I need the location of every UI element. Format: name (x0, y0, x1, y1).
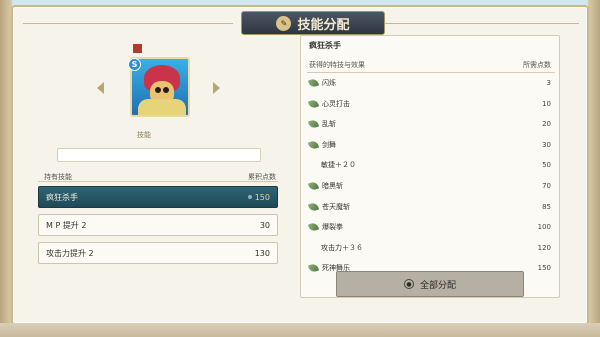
header-divider-right (369, 23, 579, 24)
skill-detail-row-name: 敏捷＋２０ (309, 160, 356, 170)
skill-detail-row-name: 乱斩 (307, 118, 336, 130)
skill-detail-row-label: 敏捷＋２０ (321, 161, 356, 170)
skill-row-points: 150 (254, 192, 270, 202)
leaf-icon (307, 77, 320, 89)
skill-detail-row-label: 心灵打击 (322, 99, 350, 108)
skill-row-points-wrap: 150 (247, 192, 270, 202)
skill-detail-row-name: 暗黑斩 (307, 180, 343, 192)
skill-detail-row-cost: 85 (542, 202, 551, 211)
prev-character-arrow-icon[interactable] (97, 82, 104, 94)
skill-detail-row: 乱斩 20 (307, 118, 551, 130)
skill-detail-row-cost: 50 (542, 161, 551, 170)
background-right (588, 0, 600, 337)
skill-detail-row-label: 乱斩 (322, 120, 336, 129)
skill-detail-row-label: 爆裂拳 (322, 223, 343, 232)
skill-detail-row: 苍天魔斩 85 (307, 201, 551, 212)
skill-detail-row-name: 心灵打击 (307, 98, 350, 109)
skill-detail-row-name: 爆裂拳 (307, 221, 343, 233)
skill-detail-row: 敏捷＋２０ 50 (309, 160, 551, 170)
skill-detail-row-name: 闪烁 (307, 77, 336, 89)
skill-detail-row-cost: 30 (542, 140, 551, 149)
skill-detail-panel: 疯狂杀手 获得的特技与效果 所需点数 闪烁 3 心灵打击 10 乱斩 20 剑舞 30 敏捷＋２… (300, 35, 560, 298)
skill-detail-row-cost: 120 (537, 243, 551, 252)
skill-detail-row-cost: 3 (546, 79, 551, 87)
eye-left-art (155, 87, 161, 93)
skill-row-label: M P 提升 2 (46, 220, 87, 230)
skill-detail-row: 剑舞 30 (307, 139, 551, 151)
bottom-decor-strip (0, 323, 600, 337)
leaf-icon (307, 180, 320, 192)
allocate-all-button[interactable]: ● 全部分配 (336, 271, 524, 297)
skill-detail-row-label: 苍天魔斩 (322, 202, 350, 211)
character-name (133, 44, 146, 53)
skill-detail-divider (307, 72, 555, 73)
skill-detail-row-cost: 20 (542, 120, 551, 129)
owned-points-bar (57, 148, 261, 162)
skill-detail-row-name: 苍天魔斩 (307, 201, 350, 212)
skill-detail-row: 闪烁 3 (307, 77, 551, 89)
skill-detail-row: 心灵打击 10 (307, 98, 551, 109)
class-flag-icon (133, 44, 142, 53)
skill-detail-row-label: 攻击力＋３６ (321, 243, 363, 252)
skill-detail-header: 获得的特技与效果 所需点数 (309, 60, 551, 70)
skill-detail-header-left: 获得的特技与效果 (309, 61, 365, 69)
header-divider-left (23, 23, 233, 24)
skill-detail-title: 疯狂杀手 (309, 41, 341, 50)
skill-detail-row-label: 剑舞 (322, 140, 336, 149)
skill-detail-row-label: 暗黑斩 (322, 182, 343, 190)
skill-detail-row: 攻击力＋３６ 120 (309, 243, 551, 253)
window-title: 技能分配 (297, 17, 350, 33)
skill-detail-row-label: 闪烁 (322, 79, 336, 87)
leaf-icon (307, 98, 320, 109)
skill-row-label: 攻击力提升 2 (46, 248, 94, 258)
skill-list-divider (38, 181, 278, 182)
rank-badge: S (128, 58, 141, 71)
leaf-icon (307, 201, 320, 212)
window-title-banner: ✎ 技能分配 (241, 11, 385, 35)
skill-row-crazy-killer[interactable]: 疯狂杀手 150 (38, 186, 278, 208)
leaf-icon (307, 118, 320, 130)
skill-detail-row: 暗黑斩 70 (307, 180, 551, 192)
skill-row-points: 30 (259, 220, 270, 230)
skill-detail-row-cost: 10 (542, 99, 551, 108)
skill-detail-row: 爆裂拳 100 (307, 221, 551, 233)
skill-row-label: 疯狂杀手 (46, 192, 78, 202)
skill-row-attack-up[interactable]: 攻击力提升 2 130 (38, 242, 278, 264)
eye-right-art (163, 87, 169, 93)
cape-art (138, 99, 186, 115)
leaf-icon (307, 263, 320, 274)
skill-detail-row-cost: 100 (537, 223, 551, 232)
skill-detail-row-name: 攻击力＋３６ (309, 243, 363, 253)
confirm-icon: ● (403, 279, 414, 289)
allocate-all-label: 全部分配 (419, 280, 456, 291)
skill-row-points: 130 (254, 248, 270, 258)
skill-detail-header-right: 所需点数 (523, 61, 551, 69)
skill-icon: ✎ (276, 15, 292, 31)
skill-detail-row-cost: 150 (537, 264, 551, 273)
next-character-arrow-icon[interactable] (213, 82, 220, 94)
progress-dot-icon (247, 195, 252, 199)
skill-row-mp-up[interactable]: M P 提升 2 30 (38, 214, 278, 236)
leaf-icon (307, 139, 320, 151)
leaf-icon (307, 221, 320, 233)
skill-detail-row-name: 剑舞 (307, 139, 336, 151)
skill-detail-row-cost: 70 (542, 182, 551, 190)
skills-section-label: 技能 (137, 131, 151, 139)
